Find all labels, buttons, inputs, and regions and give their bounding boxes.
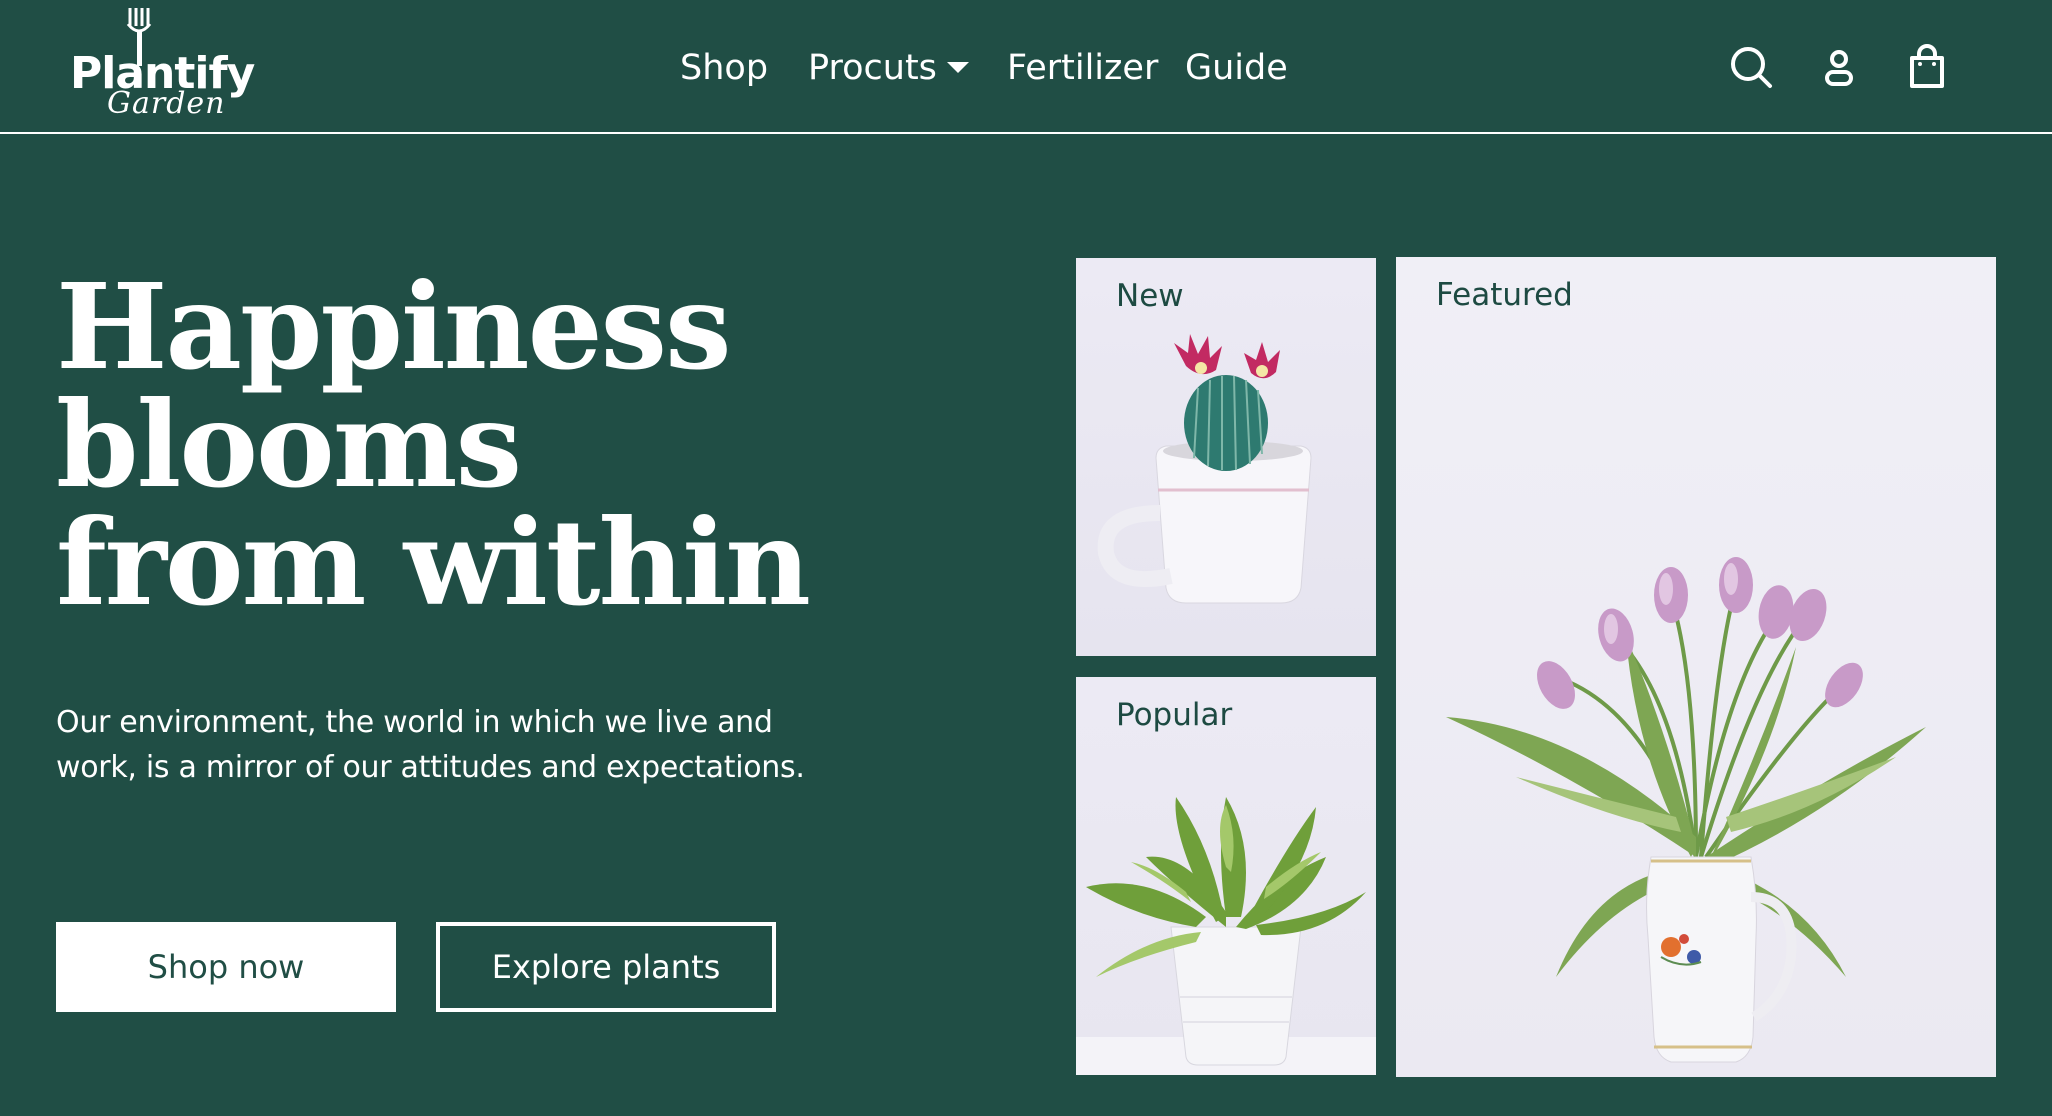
brand-logo[interactable]: Plantify Garden: [70, 8, 255, 123]
user-icon[interactable]: [1822, 48, 1856, 88]
pothos-image: [1076, 797, 1376, 1075]
nav-item-fertilizer[interactable]: Fertilizer: [1007, 42, 1158, 94]
nav-item-guide[interactable]: Guide: [1185, 42, 1288, 94]
site-header: Plantify Garden Shop Procuts Fertilizer …: [0, 0, 2052, 134]
brand-subtitle: Garden: [107, 86, 226, 121]
card-popular[interactable]: Popular: [1076, 677, 1376, 1075]
card-new-label: New: [1116, 278, 1184, 314]
shop-now-button[interactable]: Shop now: [56, 922, 396, 1012]
hero-title-line: Happiness: [56, 257, 732, 396]
shopping-bag-icon[interactable]: [1908, 44, 1946, 90]
search-icon[interactable]: [1728, 44, 1776, 92]
card-featured-label: Featured: [1436, 277, 1573, 313]
caret-down-icon: [946, 61, 969, 73]
tulips-image: [1446, 557, 1926, 1063]
explore-plants-button[interactable]: Explore plants: [436, 922, 776, 1012]
card-new[interactable]: New: [1076, 258, 1376, 656]
hero-title: Happiness blooms from within: [56, 268, 956, 622]
hero-title-line: blooms: [56, 375, 522, 514]
cactus-image: [1097, 334, 1312, 604]
nav-item-products-label: Procuts: [808, 48, 937, 88]
card-popular-label: Popular: [1116, 697, 1233, 733]
nav-item-shop[interactable]: Shop: [680, 42, 768, 94]
hero-title-line: from within: [56, 493, 811, 632]
card-featured[interactable]: Featured: [1396, 257, 1996, 1077]
nav-item-products[interactable]: Procuts: [808, 42, 969, 94]
hero-description: Our environment, the world in which we l…: [56, 705, 805, 785]
